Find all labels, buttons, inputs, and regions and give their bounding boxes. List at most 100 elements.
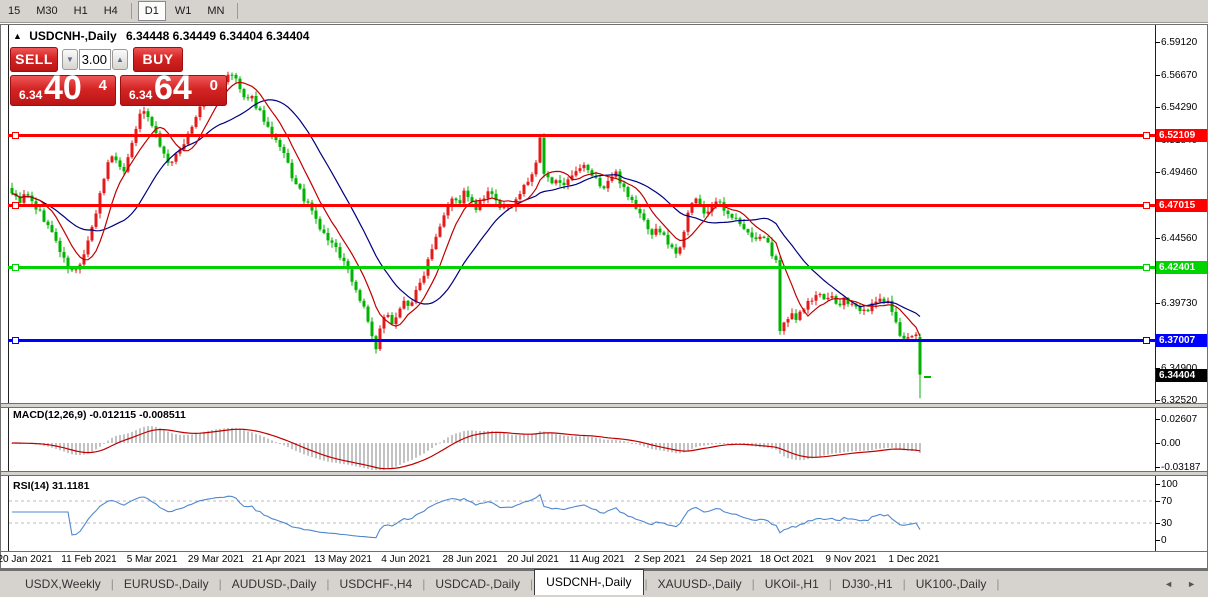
toolbar-separator bbox=[130, 3, 132, 19]
buy-price-main: 64 bbox=[154, 69, 192, 107]
tab-separator: | bbox=[218, 577, 222, 591]
level-price-badge: 6.47015 bbox=[1156, 199, 1207, 212]
rsi-tick: 70 bbox=[1154, 496, 1173, 507]
level-price-badge: 6.52109 bbox=[1156, 129, 1207, 142]
buy-price-pip: 0 bbox=[209, 77, 218, 94]
date-label: 21 Apr 2021 bbox=[252, 554, 306, 565]
date-label: 9 Nov 2021 bbox=[825, 554, 877, 565]
price-tick: 6.44560 bbox=[1154, 233, 1198, 244]
price-tick: 6.39730 bbox=[1154, 298, 1198, 309]
date-label: 20 Jan 2021 bbox=[0, 554, 53, 565]
chart-tab-xauusd-daily[interactable]: XAUUSD-,Daily bbox=[649, 573, 751, 595]
buy-price-prefix: 6.34 bbox=[129, 88, 153, 102]
tab-separator: | bbox=[644, 577, 648, 591]
tab-scroll-right-icon[interactable]: ► bbox=[1187, 579, 1196, 589]
date-label: 24 Sep 2021 bbox=[695, 554, 753, 565]
chart-tab-dj30-h1[interactable]: DJ30-,H1 bbox=[833, 573, 902, 595]
macd-tick: 0.00 bbox=[1154, 438, 1181, 449]
timeframe-toolbar: 15 M30 H1 H4 D1 W1 MN bbox=[0, 0, 1208, 23]
tab-separator: | bbox=[422, 577, 426, 591]
chart-ohlc-values: 6.34448 6.34449 6.34404 6.34404 bbox=[125, 29, 310, 43]
tab-separator: | bbox=[996, 577, 1000, 591]
chart-tab-usdcnh-daily[interactable]: USDCNH-,Daily bbox=[534, 569, 644, 595]
panel-separator-rsi[interactable] bbox=[1, 471, 1207, 476]
timeframe-button-15[interactable]: 15 bbox=[1, 1, 27, 21]
sell-price-pip: 4 bbox=[98, 77, 107, 94]
current-price-badge: 6.34404 bbox=[1156, 369, 1207, 382]
timeframe-button-h4[interactable]: H4 bbox=[97, 1, 125, 21]
price-tick: 6.54290 bbox=[1154, 102, 1198, 113]
timeframe-button-h1[interactable]: H1 bbox=[67, 1, 95, 21]
line-anchor[interactable] bbox=[12, 337, 19, 344]
rsi-tick: 0 bbox=[1155, 535, 1167, 546]
line-anchor[interactable] bbox=[12, 264, 19, 271]
timeframe-button-w1[interactable]: W1 bbox=[168, 1, 199, 21]
line-anchor[interactable] bbox=[1143, 264, 1150, 271]
date-label: 11 Feb 2021 bbox=[61, 554, 117, 565]
volume-increase-button[interactable]: ▲ bbox=[112, 49, 128, 70]
date-label: 4 Jun 2021 bbox=[381, 554, 431, 565]
chart-tab-audusd-daily[interactable]: AUDUSD-,Daily bbox=[223, 573, 326, 595]
chart-tab-ukoil-h1[interactable]: UKOil-,H1 bbox=[756, 573, 828, 595]
horizontal-line-6.52109[interactable] bbox=[8, 134, 1155, 137]
rsi-bottom-border bbox=[1, 551, 1207, 552]
level-price-badge: 6.37007 bbox=[1156, 334, 1207, 347]
tab-scroll-left-icon[interactable]: ◄ bbox=[1164, 579, 1173, 589]
chart-title: ▲ USDCNH-,Daily 6.34448 6.34449 6.34404 … bbox=[13, 29, 309, 43]
tab-separator: | bbox=[530, 577, 534, 591]
date-label: 29 Mar 2021 bbox=[187, 554, 245, 565]
timeframe-button-mn[interactable]: MN bbox=[200, 1, 231, 21]
tab-separator: | bbox=[828, 577, 832, 591]
horizontal-line-6.47015[interactable] bbox=[8, 204, 1155, 207]
date-label: 1 Dec 2021 bbox=[888, 554, 940, 565]
date-label: 13 May 2021 bbox=[314, 554, 372, 565]
current-price-dash bbox=[924, 376, 931, 378]
date-label: 28 Jun 2021 bbox=[442, 554, 498, 565]
chart-tab-usdcad-daily[interactable]: USDCAD-,Daily bbox=[426, 573, 529, 595]
price-tick: 6.32520 bbox=[1154, 395, 1198, 406]
price-tick: 6.59120 bbox=[1154, 37, 1198, 48]
mt4-terminal: { "toolbar": { "items": [ {"label":"15"}… bbox=[0, 0, 1208, 597]
line-anchor[interactable] bbox=[1143, 337, 1150, 344]
volume-decrease-button[interactable]: ▼ bbox=[62, 49, 78, 70]
tab-separator: | bbox=[902, 577, 906, 591]
date-label: 18 Oct 2021 bbox=[759, 554, 815, 565]
rsi-tick: 100 bbox=[1155, 479, 1178, 490]
tab-separator: | bbox=[751, 577, 755, 591]
price-tick: 6.56670 bbox=[1154, 70, 1198, 81]
tab-separator: | bbox=[110, 577, 114, 591]
horizontal-line-6.37007[interactable] bbox=[8, 339, 1155, 342]
toolbar-separator bbox=[237, 3, 239, 19]
line-anchor[interactable] bbox=[12, 132, 19, 139]
buy-price-box[interactable]: 6.34 64 0 bbox=[120, 69, 227, 107]
volume-input[interactable] bbox=[79, 49, 111, 70]
chart-tab-uk100-daily[interactable]: UK100-,Daily bbox=[907, 573, 996, 595]
sell-price-prefix: 6.34 bbox=[19, 88, 43, 102]
sell-price-box[interactable]: 6.34 40 4 bbox=[10, 69, 116, 107]
timeframe-button-d1[interactable]: D1 bbox=[137, 1, 166, 21]
timeframe-button-m30[interactable]: M30 bbox=[29, 1, 64, 21]
chart-symbol-period: USDCNH-,Daily bbox=[29, 29, 117, 43]
level-price-badge: 6.42401 bbox=[1156, 261, 1207, 274]
line-anchor[interactable] bbox=[12, 202, 19, 209]
rsi-tick: 30 bbox=[1154, 518, 1173, 529]
horizontal-line-6.42401[interactable] bbox=[8, 266, 1155, 269]
macd-tick: 0.02607 bbox=[1154, 414, 1198, 425]
price-tick: 6.49460 bbox=[1154, 167, 1198, 178]
sell-price-main: 40 bbox=[44, 69, 82, 107]
panel-separator-macd[interactable] bbox=[1, 403, 1207, 408]
chart-tab-eurusd-daily[interactable]: EURUSD-,Daily bbox=[115, 573, 218, 595]
chart-tab-usdx-weekly[interactable]: USDX,Weekly bbox=[16, 573, 110, 595]
line-anchor[interactable] bbox=[1143, 202, 1150, 209]
date-label: 20 Jul 2021 bbox=[507, 554, 559, 565]
line-anchor[interactable] bbox=[1143, 132, 1150, 139]
chart-tab-usdchf-h4[interactable]: USDCHF-,H4 bbox=[331, 573, 422, 595]
chart-tab-bar: USDX,Weekly | EURUSD-,Daily | AUDUSD-,Daily |… bbox=[0, 569, 1208, 597]
date-label: 2 Sep 2021 bbox=[634, 554, 686, 565]
macd-label: MACD(12,26,9) -0.012115 -0.008511 bbox=[13, 409, 186, 421]
collapse-triangle-icon[interactable]: ▲ bbox=[13, 31, 22, 41]
date-label: 11 Aug 2021 bbox=[569, 554, 625, 565]
macd-tick: -0.03187 bbox=[1154, 462, 1201, 473]
tab-separator: | bbox=[326, 577, 330, 591]
date-label: 5 Mar 2021 bbox=[126, 554, 178, 565]
